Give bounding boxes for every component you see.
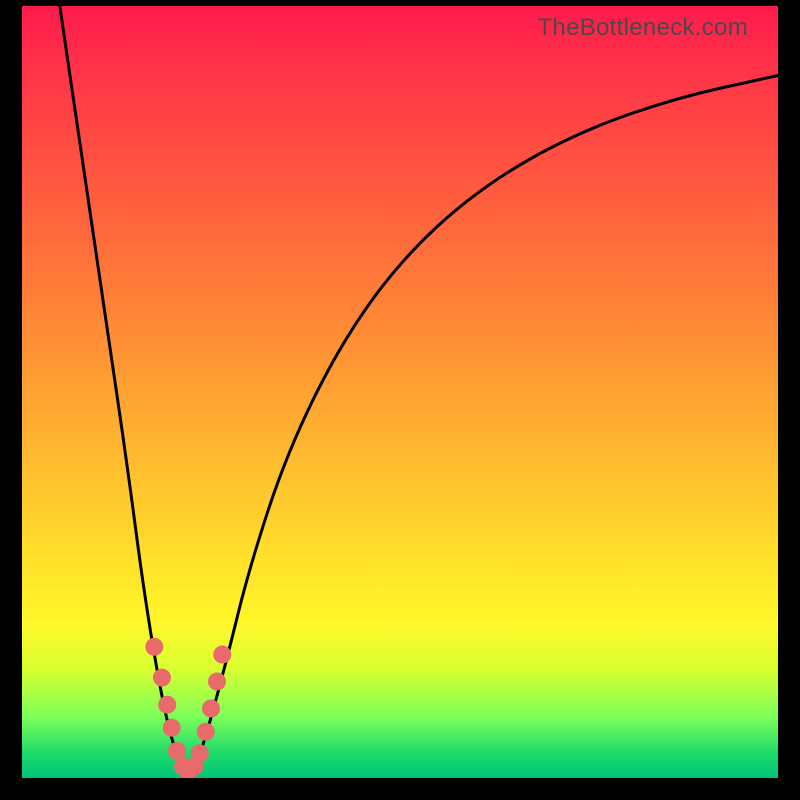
highlight-dot	[213, 646, 231, 664]
highlight-dot	[168, 742, 186, 760]
plot-area: TheBottleneck.com	[22, 6, 778, 778]
highlight-dot	[202, 700, 220, 718]
highlight-dot	[163, 719, 181, 737]
highlight-dot	[208, 673, 226, 691]
highlight-dot	[153, 669, 171, 687]
highlight-dot	[191, 744, 209, 762]
highlight-dot	[158, 696, 176, 714]
dots-layer	[22, 6, 778, 778]
highlight-dot	[145, 638, 163, 656]
highlight-dot	[197, 723, 215, 741]
chart-frame: TheBottleneck.com	[0, 0, 800, 800]
